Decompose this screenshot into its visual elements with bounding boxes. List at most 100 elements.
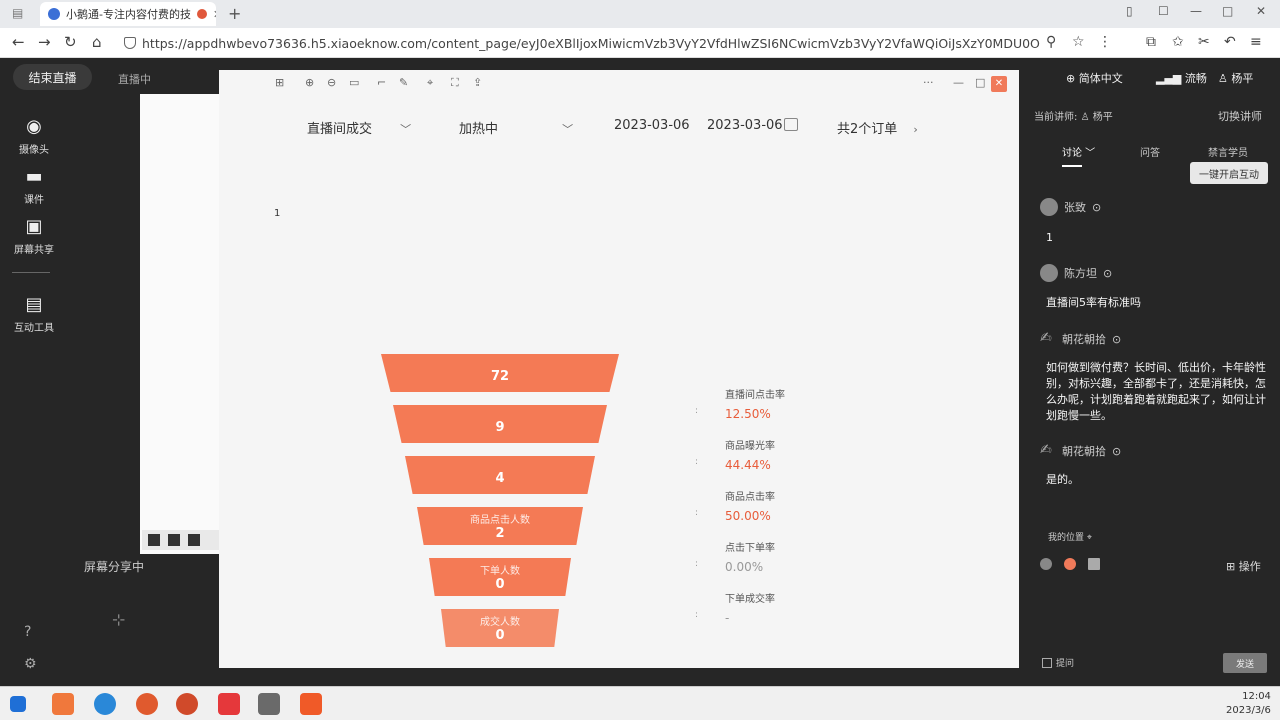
end-live-button[interactable]: 结束直播 (13, 64, 92, 90)
more-icon[interactable]: ··· (923, 76, 934, 89)
new-tab-icon[interactable]: + (228, 4, 241, 23)
taskbar-app-icon[interactable] (136, 693, 158, 715)
collections-icon[interactable]: ✩ (1172, 34, 1184, 50)
more-options-icon[interactable]: ⊙ (1103, 267, 1112, 280)
message-text: 直播间5率有标准吗 (1046, 296, 1141, 309)
grid-icon: ⊞ (1226, 560, 1239, 573)
nav-courseware[interactable]: ▬ 课件 (6, 166, 62, 206)
address-bar: ← → ↻ ⌂ https://appdhwbevo73636.h5.xiaoe… (0, 28, 1280, 58)
taskbar-app-icon[interactable] (52, 693, 74, 715)
sidebar-toggle-icon[interactable]: ▤ (12, 6, 23, 20)
user-icon: ♙ (1218, 72, 1232, 85)
split-icon[interactable]: ⧉ (1146, 34, 1156, 50)
undo-icon[interactable]: ↶ (1224, 34, 1236, 50)
message-text: 1 (1046, 231, 1053, 244)
window-menu-icon[interactable]: ▯ (1126, 4, 1133, 18)
fullscreen-icon[interactable]: ⛶ (451, 76, 459, 90)
settings-gear-icon[interactable]: ⚙ (24, 656, 37, 672)
url-field[interactable]: https://appdhwbevo73636.h5.xiaoeknow.com… (124, 32, 1040, 54)
more-options-icon[interactable]: ⊙ (1092, 201, 1101, 214)
nav-interact-tools[interactable]: ▤ 互动工具 (6, 294, 62, 334)
calendar-icon[interactable] (784, 118, 798, 131)
zoom-icon[interactable]: ⚲ (1046, 34, 1056, 50)
forward-icon[interactable]: → (38, 33, 51, 51)
image-icon[interactable]: ▭ (349, 76, 359, 89)
message-header: ✍ 朝花朝拾 ⊙ (1040, 442, 1121, 460)
tab-title: 小鹅通-专注内容付费的技 (66, 8, 191, 21)
reload-icon[interactable]: ↻ (64, 33, 77, 51)
message-header: ✍ 朝花朝拾 ⊙ (1040, 330, 1121, 348)
send-button[interactable]: 发送 (1223, 653, 1267, 673)
tool-icon[interactable]: ⌖ (427, 76, 433, 90)
zoom-in-icon[interactable]: ⊕ (305, 76, 314, 89)
switch-lecturer-link[interactable]: 切换讲师 (1218, 108, 1262, 124)
live-status: 直播中 (118, 73, 151, 86)
connector-mark: : (695, 457, 699, 467)
tiny-marker: 1 (274, 208, 281, 219)
tab-discussion[interactable]: 讨论 ﹀ (1062, 144, 1095, 167)
scissors-icon[interactable]: ✂ (1198, 34, 1210, 50)
favorite-star-icon[interactable]: ☆ (1072, 34, 1085, 50)
tab-qa[interactable]: 问答 (1140, 144, 1160, 159)
nav-camera[interactable]: ◉ 摄像头 (6, 116, 62, 156)
minimize-icon[interactable]: — (1190, 4, 1202, 18)
connector-mark: : (695, 559, 699, 569)
menu-icon[interactable]: ≡ (1250, 34, 1262, 50)
connector-mark: : (695, 610, 699, 620)
more-options-icon[interactable]: ⊙ (1112, 445, 1121, 458)
close-window-icon[interactable]: ✕ (1256, 4, 1266, 18)
order-count-link[interactable]: 共2个订单 › (837, 118, 918, 137)
back-icon[interactable]: ← (12, 33, 25, 51)
funnel-step-label: 商品点击人数 (470, 515, 530, 526)
browser-tab[interactable]: 小鹅通-专注内容付费的技 ✕ (40, 2, 216, 26)
taskbar-app-icon[interactable] (300, 693, 322, 715)
state-dropdown[interactable]: 加热中 ﹀ (459, 118, 573, 137)
home-icon[interactable]: ⌂ (92, 33, 102, 51)
edge-browser-icon[interactable] (94, 693, 116, 715)
edit-icon[interactable]: ✎ (399, 76, 408, 89)
hand-icon: ✍ (1040, 442, 1052, 458)
date-start[interactable]: 2023-03-06 (614, 118, 690, 133)
tab-muted-students[interactable]: 禁言学员 (1208, 144, 1248, 159)
user-menu[interactable]: ♙ 杨平 (1218, 70, 1253, 86)
maximize-icon[interactable]: □ (1222, 4, 1233, 18)
recording-icon (196, 9, 207, 19)
close-tab-icon[interactable]: ✕ (213, 8, 216, 21)
lecturer-name: 杨平 (1092, 112, 1113, 123)
taskbar-app-icon[interactable] (176, 693, 198, 715)
location-label[interactable]: 我的位置 ⌖ (1048, 530, 1092, 543)
nav-screen-share[interactable]: ▣ 屏幕共享 (6, 216, 62, 256)
emoji-icon[interactable] (1040, 558, 1052, 570)
taskbar-app-icon[interactable] (258, 693, 280, 715)
url-text: https://appdhwbevo73636.h5.xiaoeknow.com… (142, 35, 1040, 51)
operations-button[interactable]: ⊞ 操作 (1226, 558, 1261, 574)
folder-icon[interactable] (1088, 558, 1100, 570)
extensions-icon[interactable]: ⋮ (1098, 34, 1112, 50)
wps-office-icon[interactable] (218, 693, 240, 715)
red-packet-icon[interactable] (1064, 558, 1076, 570)
zoom-out-icon[interactable]: ⊖ (327, 76, 336, 89)
source-dropdown[interactable]: 直播间成交 ﹀ (307, 118, 411, 137)
popup-maximize-icon[interactable]: □ (975, 76, 985, 89)
system-clock[interactable]: 12:04 2023/3/6 (1226, 690, 1271, 718)
tab-discussion-label: 讨论 (1062, 148, 1082, 159)
start-menu-icon[interactable] (10, 696, 26, 712)
rate-label: 商品曝光率 (725, 441, 775, 452)
crop-icon[interactable]: ⌐ (377, 76, 386, 89)
enable-interaction-button[interactable]: 一键开启互动 (1190, 162, 1268, 184)
help-icon[interactable]: ? (24, 624, 31, 640)
date-end[interactable]: 2023-03-06 (707, 118, 783, 133)
add-source-icon[interactable]: ⊹ (112, 610, 125, 629)
language-selector[interactable]: ⊕ 简体中文 (1066, 70, 1123, 86)
popup-close-icon[interactable]: ✕ (991, 76, 1007, 92)
funnel-step-1: 72 (381, 354, 619, 392)
message-text: 如何做到微付费？长时间、低出价，卡年龄性别，对标兴趣，全部都卡了，还是消耗快，怎… (1046, 361, 1266, 422)
ask-checkbox[interactable]: 提问 (1042, 656, 1074, 669)
clock-time: 12:04 (1242, 691, 1271, 702)
restore-icon[interactable]: ☐ (1158, 4, 1169, 18)
funnel-step-label: 成交人数 (480, 617, 520, 628)
share-icon[interactable]: ⇪ (473, 76, 482, 89)
popup-minimize-icon[interactable]: — (953, 76, 964, 89)
more-options-icon[interactable]: ⊙ (1112, 333, 1121, 346)
grid-icon[interactable]: ⊞ (275, 76, 284, 89)
